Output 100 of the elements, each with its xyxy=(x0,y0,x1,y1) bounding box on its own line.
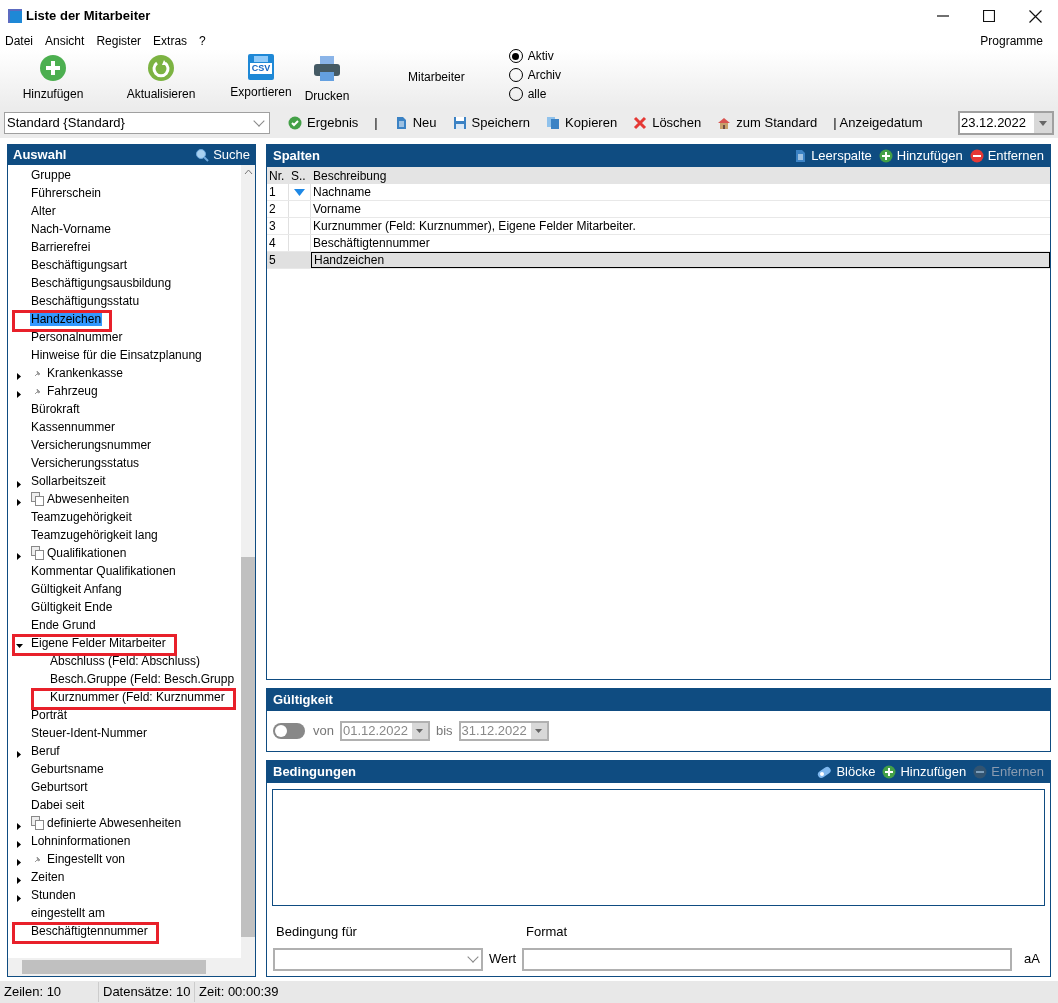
table-row[interactable]: 1 Nachname xyxy=(267,184,1050,201)
horizontal-scrollbar[interactable] xyxy=(8,958,255,976)
expanded-arrow-icon[interactable] xyxy=(15,644,23,648)
pages-icon xyxy=(31,492,45,506)
date-picker[interactable]: 23.12.2022 xyxy=(958,111,1054,135)
tree-item[interactable]: Sollarbeitszeit xyxy=(30,474,107,488)
tree-item[interactable]: Qualifikationen xyxy=(46,546,128,560)
date-field[interactable]: 31.12.2022 xyxy=(458,721,549,741)
toolbar-button[interactable]: Aktualisieren xyxy=(102,50,220,103)
tree-item[interactable]: Besch.Gruppe (Feld: Besch.Grupp xyxy=(49,672,236,686)
table-row[interactable]: 4 Beschäftigtennummer xyxy=(267,235,1050,252)
collapsed-arrow-icon[interactable] xyxy=(17,822,21,830)
tree-item[interactable]: Gültigkeit Anfang xyxy=(30,582,123,596)
tree-item[interactable]: Versicherungsstatus xyxy=(30,456,141,470)
toolbar-action[interactable]: Ergebnis xyxy=(288,113,359,133)
tree-item[interactable]: Bürokraft xyxy=(30,402,81,416)
tree-item[interactable]: Alter xyxy=(30,204,57,218)
case-toggle[interactable]: aA xyxy=(1024,949,1040,969)
table-row[interactable]: 5 Handzeichen xyxy=(267,252,1050,269)
tree-item[interactable]: Kommentar Qualifikationen xyxy=(30,564,177,578)
menu-item[interactable]: Register xyxy=(96,32,142,50)
toolbar-action[interactable]: Löschen xyxy=(633,113,702,133)
tree-item[interactable]: Ende Grund xyxy=(30,618,97,632)
dropdown-arrow-icon[interactable] xyxy=(416,729,424,733)
radio-option[interactable]: Aktiv xyxy=(508,46,562,66)
tree-item[interactable]: Beschäftigungsstatu xyxy=(30,294,141,308)
tree-item[interactable]: Eigene Felder Mitarbeiter xyxy=(30,636,167,650)
layout-select[interactable]: Standard {Standard} xyxy=(4,112,270,134)
tree-item[interactable]: Zeiten xyxy=(30,870,66,884)
menu-item[interactable]: Datei xyxy=(5,32,33,50)
plus-icon xyxy=(882,765,897,779)
panel-action[interactable]: Hinzufügen xyxy=(878,146,963,166)
tree-item[interactable]: Krankenkasse xyxy=(46,366,125,380)
collapsed-arrow-icon[interactable] xyxy=(17,372,21,380)
tree-item[interactable]: Beruf xyxy=(30,744,61,758)
radio-option[interactable]: Archiv xyxy=(508,65,562,85)
tree-item[interactable]: Porträt xyxy=(30,708,68,722)
collapsed-arrow-icon[interactable] xyxy=(17,858,21,866)
menu-item[interactable]: ? xyxy=(199,32,206,50)
tree-item[interactable]: Gültigkeit Ende xyxy=(30,600,114,614)
tree-item[interactable]: Steuer-Ident-Nummer xyxy=(30,726,149,740)
search-button[interactable]: Suche xyxy=(195,145,250,165)
tree-item[interactable]: Personalnummer xyxy=(30,330,124,344)
collapsed-arrow-icon[interactable] xyxy=(17,894,21,902)
panel-action[interactable]: Entfernen xyxy=(969,146,1044,166)
collapsed-arrow-icon[interactable] xyxy=(17,840,21,848)
tree-item[interactable]: Beschäftigungsart xyxy=(30,258,129,272)
table-row[interactable]: 3 Kurznummer (Feld: Kurznummer), Eigene Felder Mitarbeiter. xyxy=(267,218,1050,235)
tree-item[interactable]: definierte Abwesenheiten xyxy=(46,816,183,830)
toolbar-button[interactable]: Hinzufügen xyxy=(4,50,102,103)
collapsed-arrow-icon[interactable] xyxy=(17,750,21,758)
collapsed-arrow-icon[interactable] xyxy=(17,552,21,560)
tree-item[interactable]: Hinweise für die Einsatzplanung xyxy=(30,348,203,362)
tree-item[interactable]: Geburtsname xyxy=(30,762,105,776)
dropdown-arrow-icon[interactable] xyxy=(1039,120,1047,126)
tree-item[interactable]: Kassennummer xyxy=(30,420,117,434)
panel-action[interactable]: Blöcke xyxy=(816,762,876,782)
collapsed-arrow-icon[interactable] xyxy=(17,876,21,884)
toolbar-action[interactable]: Speichern xyxy=(452,113,531,133)
tree-item[interactable]: Versicherungsnummer xyxy=(30,438,153,452)
menu-item[interactable]: Programme xyxy=(980,32,1053,50)
toolbar-button[interactable]: CSV Exportieren xyxy=(220,50,302,101)
tree-item[interactable]: Geburtsort xyxy=(30,780,89,794)
date-field[interactable]: 01.12.2022 xyxy=(339,721,430,741)
vertical-scrollbar[interactable] xyxy=(241,165,255,958)
dropdown-arrow-icon[interactable] xyxy=(535,729,543,733)
tree-item[interactable]: Teamzugehörigkeit xyxy=(30,510,133,524)
toolbar-action[interactable]: Neu xyxy=(393,113,437,133)
collapsed-arrow-icon[interactable] xyxy=(17,480,21,488)
tree-item[interactable]: Stunden xyxy=(30,888,77,902)
toggle-switch[interactable] xyxy=(273,723,305,739)
toolbar-button[interactable]: Drucken xyxy=(302,50,352,105)
scrollbar-thumb[interactable] xyxy=(241,557,255,937)
menu-item[interactable]: Ansicht xyxy=(45,32,85,50)
tree-item[interactable]: Abwesenheiten xyxy=(46,492,131,506)
tree-item[interactable]: Führerschein xyxy=(30,186,103,200)
tree-item[interactable]: Gruppe xyxy=(30,168,73,182)
tree-item[interactable]: Beschäftigungsausbildung xyxy=(30,276,173,290)
tree-item[interactable]: Dabei seit xyxy=(30,798,86,812)
value-field[interactable] xyxy=(522,947,1013,971)
tree-item[interactable]: Eingestellt von xyxy=(46,852,127,866)
tree-item[interactable]: Teamzugehörigkeit lang xyxy=(30,528,159,542)
tree-item[interactable]: eingestellt am xyxy=(30,906,107,920)
tree-item[interactable]: Barrierefrei xyxy=(30,240,92,254)
tree-item[interactable]: Fahrzeug xyxy=(46,384,99,398)
tree-item[interactable]: Nach-Vorname xyxy=(30,222,113,236)
toolbar-action[interactable]: zum Standard xyxy=(717,113,818,133)
tree-item[interactable]: Lohninformationen xyxy=(30,834,132,848)
scrollbar-thumb[interactable] xyxy=(22,960,206,974)
tree-item[interactable]: Abschluss (Feld: Abschluss) xyxy=(49,654,202,668)
radio-option[interactable]: alle xyxy=(508,84,562,104)
panel-action[interactable]: Leerspalte xyxy=(793,146,872,166)
collapsed-arrow-icon[interactable] xyxy=(17,498,21,506)
toolbar-action[interactable]: Kopieren xyxy=(546,113,618,133)
menu-item[interactable]: Extras xyxy=(153,32,188,50)
table-row[interactable]: 2 Vorname xyxy=(267,201,1050,218)
tree-item[interactable]: Kurznummer (Feld: Kurznummer xyxy=(49,690,226,704)
tree-item[interactable]: Beschäftigtennummer xyxy=(30,924,149,938)
collapsed-arrow-icon[interactable] xyxy=(17,390,21,398)
panel-action[interactable]: Hinzufügen xyxy=(882,762,967,782)
